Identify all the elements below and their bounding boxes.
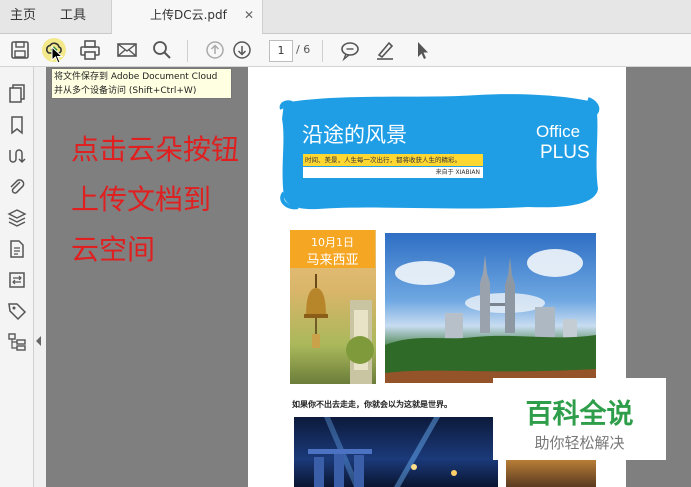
petronas-towers-photo	[385, 233, 596, 383]
highlight-pen-icon[interactable]	[373, 38, 397, 62]
document-icon[interactable]	[6, 238, 28, 260]
banner-quote-source: 来自于 XIABIAN	[303, 167, 483, 178]
brand-plus: PLUS	[540, 142, 590, 163]
date-label: 10月1日	[311, 236, 354, 249]
date-badge: 10月1日 马来西亚	[290, 230, 375, 268]
toolbar-separator	[322, 40, 323, 62]
instruction-line-2: 上传文档到	[71, 183, 212, 216]
tab-document-title: 上传DC云.pdf	[150, 8, 227, 22]
bookmark-icon[interactable]	[6, 114, 28, 136]
compare-icon[interactable]	[6, 269, 28, 291]
tooltip-line1: 将文件保存到 Adobe Document Cloud	[54, 72, 218, 82]
instruction-line-1: 点击云朵按钮	[71, 133, 240, 166]
toolbar-separator	[187, 40, 188, 62]
layers-icon[interactable]	[6, 207, 28, 229]
left-sidebar	[0, 67, 34, 487]
page-down-icon[interactable]	[230, 38, 254, 62]
tab-home[interactable]: 主页	[10, 0, 36, 33]
banner: 沿途的风景 Office PLUS 时间、美景，人生每一次出行，都将收获人生的精…	[278, 89, 600, 213]
instruction-line-3: 云空间	[71, 233, 156, 266]
watermark: 百科全说 助你轻松解决	[493, 378, 666, 460]
tooltip: 将文件保存到 Adobe Document Cloud 并从多个设备访问 (Sh…	[51, 68, 232, 99]
tab-bar: 主页 工具 上传DC云.pdf ✕	[0, 0, 691, 34]
brand-office: Office	[536, 122, 581, 141]
banner-title: 沿途的风景	[302, 123, 407, 147]
tab-document[interactable]: 上传DC云.pdf ✕	[111, 0, 263, 34]
print-icon[interactable]	[78, 38, 102, 62]
search-icon[interactable]	[150, 38, 174, 62]
content-structure-icon[interactable]	[6, 331, 28, 353]
signature-icon[interactable]	[6, 145, 28, 167]
save-icon[interactable]	[8, 38, 32, 62]
place-label: 马来西亚	[306, 253, 359, 268]
page-up-icon[interactable]	[203, 38, 227, 62]
watermark-subtitle: 助你轻松解决	[534, 434, 625, 452]
night-city-photo	[294, 417, 498, 487]
email-icon[interactable]	[115, 38, 139, 62]
comment-icon[interactable]	[338, 38, 362, 62]
tag-icon[interactable]	[6, 300, 28, 322]
pages-icon[interactable]	[6, 82, 28, 104]
photo-caption: 如果你不出去走走，你就会以为这就是世界。	[292, 400, 452, 409]
current-page-input[interactable]: 1	[269, 40, 293, 62]
select-pointer-icon[interactable]	[410, 38, 434, 62]
toolbar: 1 / 6	[0, 34, 691, 67]
mouse-cursor-icon	[51, 46, 63, 64]
tab-tools[interactable]: 工具	[60, 0, 86, 33]
attachment-icon[interactable]	[6, 176, 28, 198]
tooltip-line2: 并从多个设备访问 (Shift+Ctrl+W)	[54, 86, 197, 96]
collapse-sidebar-icon[interactable]	[35, 332, 43, 346]
banner-quote: 时间、美景，人生每一次出行，都将收获人生的精彩。	[303, 154, 483, 166]
close-tab-icon[interactable]: ✕	[244, 0, 254, 31]
total-pages: / 6	[296, 43, 311, 56]
watermark-title: 百科全说	[525, 399, 634, 430]
